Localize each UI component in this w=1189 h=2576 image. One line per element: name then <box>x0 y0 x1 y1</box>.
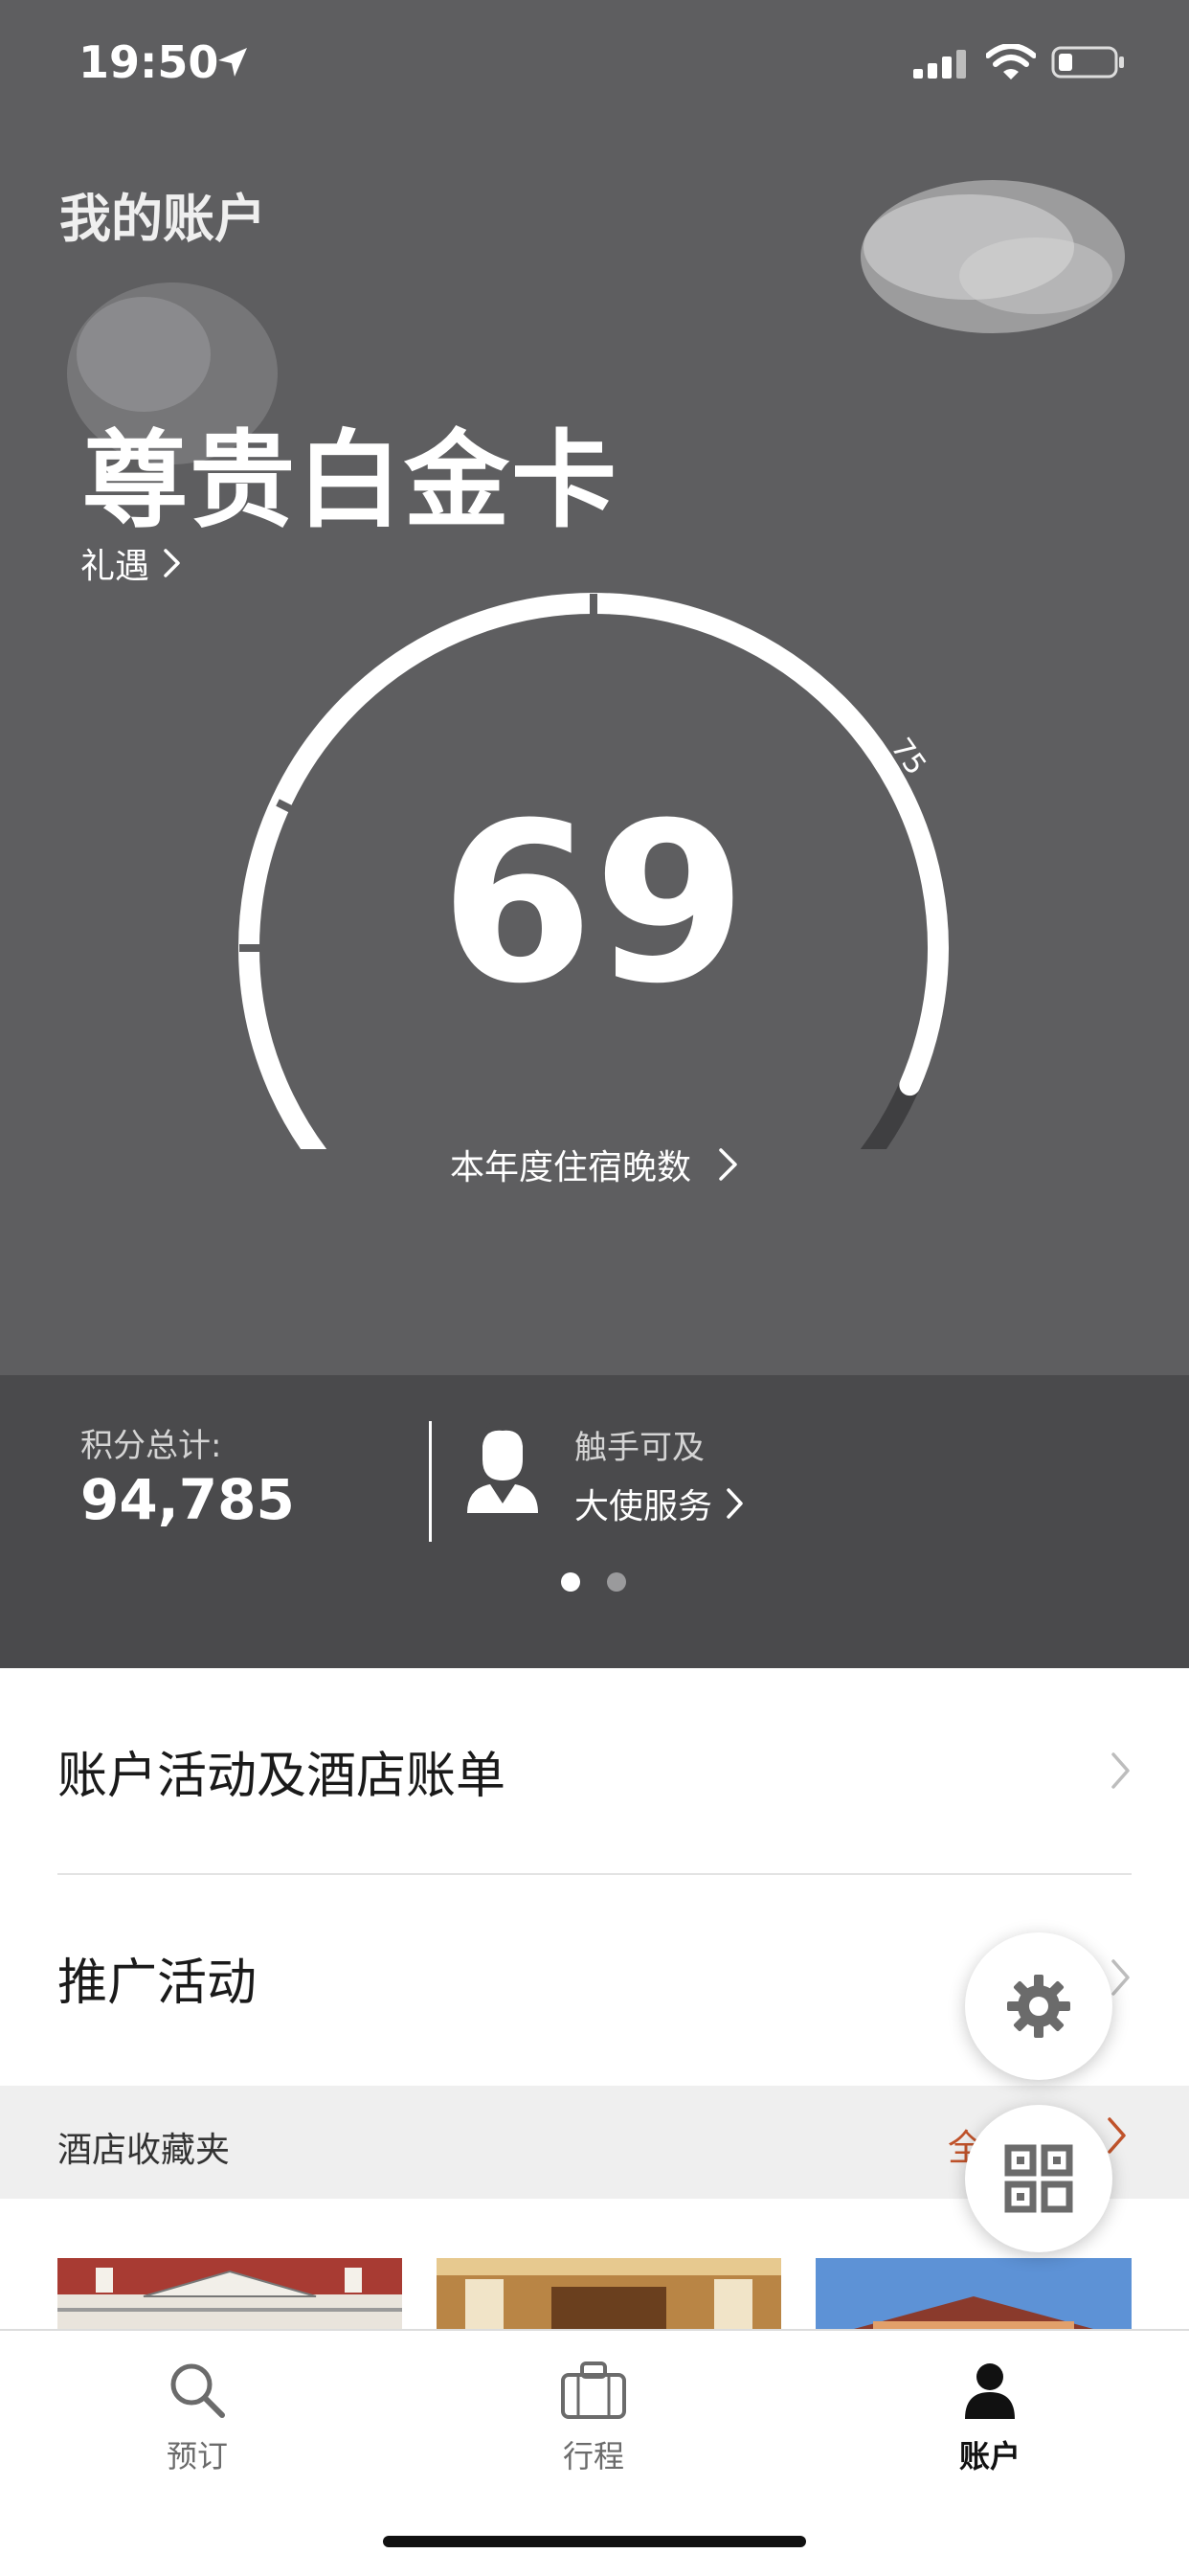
benefits-label: 礼遇 <box>80 547 150 586</box>
favorites-label: 酒店收藏夹 <box>57 2131 231 2170</box>
chevron-right-icon <box>727 1488 743 1519</box>
gear-icon <box>1007 1975 1070 2038</box>
search-icon <box>170 2363 225 2418</box>
wifi-icon <box>986 44 1036 79</box>
qr-code-button[interactable] <box>965 2105 1112 2252</box>
tab-label: 预订 <box>166 2438 228 2474</box>
chevron-right-icon <box>164 549 180 577</box>
person-icon <box>965 2363 1015 2419</box>
promotions-label: 推广活动 <box>57 1954 258 2012</box>
ambassador-subtitle: 触手可及 <box>574 1429 705 1467</box>
divider <box>429 1421 432 1542</box>
chevron-right-icon <box>719 1148 737 1181</box>
chevron-right-icon <box>1111 1959 1130 1996</box>
benefits-link[interactable]: 礼遇 <box>80 538 182 588</box>
nights-label: 本年度住宿晚数 <box>450 1148 692 1187</box>
status-time: 19:50 <box>79 36 219 88</box>
chevron-right-icon <box>1111 1752 1130 1789</box>
redaction-smudge <box>861 180 1125 333</box>
page-title: 我的账户 <box>59 189 266 249</box>
battery-icon <box>1051 46 1124 79</box>
points-value[interactable]: 94,785 <box>80 1467 295 1532</box>
hotel-lobby-image <box>437 2258 781 2329</box>
nights-link[interactable]: 本年度住宿晚数 <box>450 1140 739 1189</box>
chevron-right-icon[interactable] <box>1107 2116 1128 2155</box>
signal-icon <box>913 50 966 79</box>
account-activity-row[interactable]: 账户活动及酒店账单 <box>57 1668 1132 1875</box>
tier-name: 尊贵白金卡 <box>82 419 618 542</box>
hotel-facade-image <box>57 2258 402 2329</box>
settings-button[interactable] <box>965 1932 1112 2080</box>
tab-account[interactable]: 账户 <box>894 2360 1086 2476</box>
tab-trips[interactable]: 行程 <box>498 2360 689 2476</box>
nights-count: 69 <box>439 777 748 1032</box>
favorite-hotel-thumbnail[interactable] <box>57 2258 402 2329</box>
ambassador-link[interactable]: 大使服务 <box>574 1479 745 1528</box>
location-arrow-icon <box>218 48 247 77</box>
qr-code-icon <box>1004 2144 1073 2213</box>
ambassador-label: 大使服务 <box>574 1487 713 1526</box>
tab-label: 行程 <box>562 2438 624 2474</box>
favorite-hotel-thumbnail[interactable] <box>437 2258 781 2329</box>
favorite-hotel-thumbnail[interactable] <box>816 2258 1132 2329</box>
account-activity-label: 账户活动及酒店账单 <box>57 1747 506 1805</box>
hotel-roof-image <box>816 2258 1132 2329</box>
tab-booking[interactable]: 预订 <box>101 2360 293 2476</box>
tab-label: 账户 <box>958 2438 1021 2474</box>
points-label: 积分总计: <box>80 1427 222 1465</box>
suitcase-icon <box>561 2361 626 2419</box>
ambassador-icon <box>467 1419 538 1513</box>
home-indicator[interactable] <box>383 2536 806 2547</box>
page-indicator-dot[interactable] <box>607 1572 626 1592</box>
page-indicator-dot-active[interactable] <box>561 1572 580 1592</box>
